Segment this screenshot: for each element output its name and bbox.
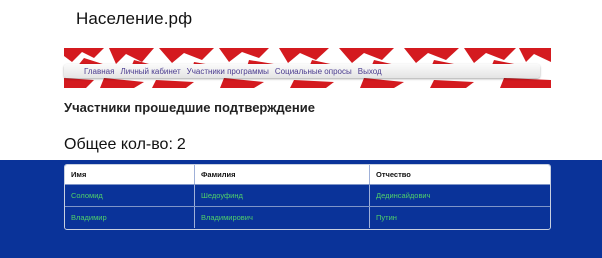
table-row: Соломид Шедоуфинд Дединсайдович <box>65 184 550 206</box>
table-cell-last-name: Шедоуфинд <box>194 185 369 206</box>
main-navigation: Главная Личный кабинет Участники програм… <box>64 64 540 78</box>
nav-logout[interactable]: Выход <box>358 67 382 76</box>
page-title: Участники прошедшие подтверждение <box>64 100 315 115</box>
total-count-label: Общее кол-во: <box>64 136 173 153</box>
column-header-first-name: Имя <box>71 170 87 179</box>
table-row: Владимир Владимирович Путин <box>65 206 550 228</box>
nav-social-surveys[interactable]: Социальные опросы <box>275 67 352 76</box>
column-header-patronymic: Отчество <box>369 165 550 184</box>
table-cell-last-name: Владимирович <box>194 207 369 228</box>
nav-program-participants[interactable]: Участники программы <box>187 67 269 76</box>
nav-home[interactable]: Главная <box>84 67 114 76</box>
table-cell-first-name: Соломид <box>71 191 103 200</box>
nav-personal-account[interactable]: Личный кабинет <box>120 67 180 76</box>
table-cell-first-name: Владимир <box>71 213 107 222</box>
table-cell-patronymic: Дединсайдович <box>369 185 550 206</box>
table-header-row: Имя Фамилия Отчество <box>65 165 550 184</box>
table-cell-patronymic: Путин <box>369 207 550 228</box>
site-title[interactable]: Население.рф <box>76 9 192 29</box>
participants-table: Имя Фамилия Отчество Соломид Шедоуфинд Д… <box>64 164 551 230</box>
total-count-value: 2 <box>176 136 186 153</box>
total-count: Общее кол-во: 2 <box>64 136 186 154</box>
column-header-last-name: Фамилия <box>194 165 369 184</box>
